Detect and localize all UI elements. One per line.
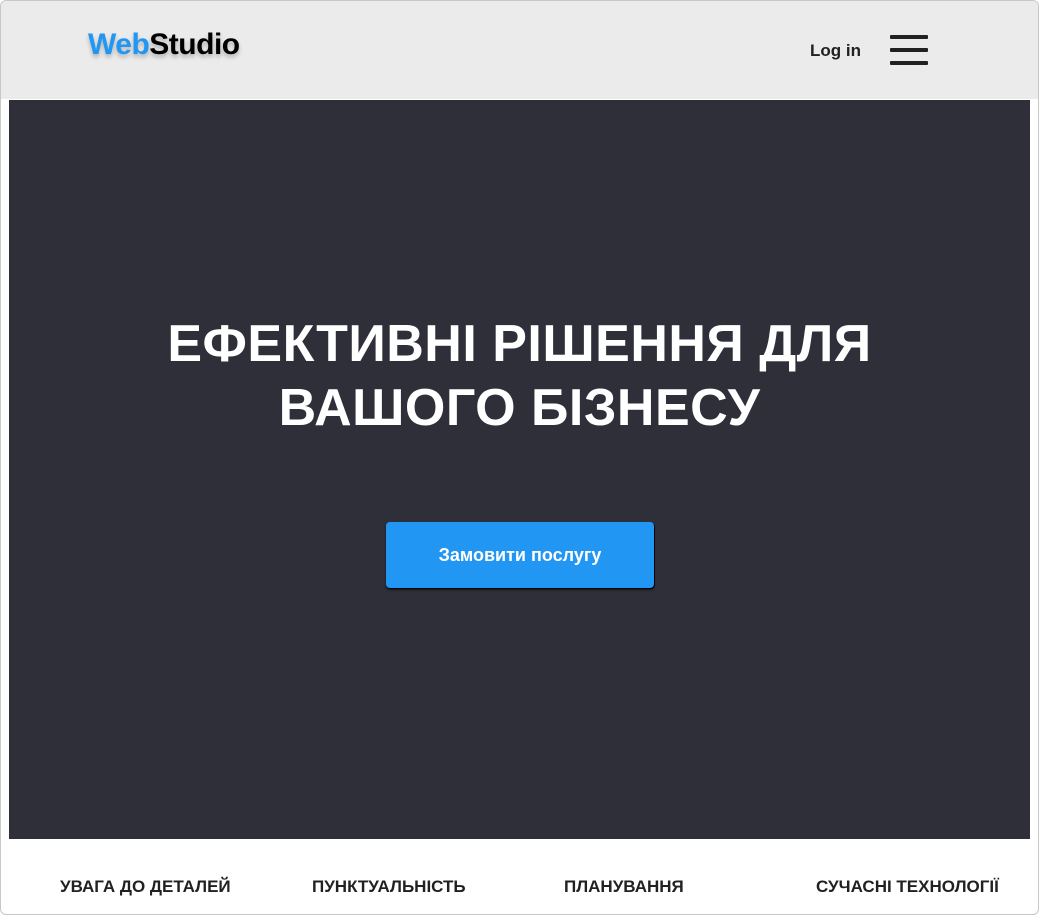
hero-section: ЕФЕКТИВНІ РІШЕННЯ ДЛЯ ВАШОГО БІЗНЕСУ Зам… <box>9 100 1030 839</box>
logo-part-web: Web <box>88 28 150 61</box>
site-logo[interactable]: WebStudio <box>88 27 240 63</box>
features-strip: УВАГА ДО ДЕТАЛЕЙ ПУНКТУАЛЬНІСТЬ ПЛАНУВАН… <box>1 840 1038 914</box>
logo-part-studio: Studio <box>149 28 240 61</box>
site-header: WebStudio Log in <box>1 1 1038 99</box>
order-service-button[interactable]: Замовити послугу <box>386 522 654 588</box>
feature-planning: ПЛАНУВАННЯ <box>564 877 684 896</box>
browser-viewport: WebStudio Log in ЕФЕКТИВНІ РІШЕННЯ ДЛЯ В… <box>0 0 1039 915</box>
hamburger-line <box>890 48 928 52</box>
hero-title-line-1: ЕФЕКТИВНІ РІШЕННЯ ДЛЯ <box>167 315 872 373</box>
feature-modern-technologies: СУЧАСНІ ТЕХНОЛОГІЇ <box>816 877 999 896</box>
hamburger-line <box>890 35 928 39</box>
login-link[interactable]: Log in <box>810 40 861 62</box>
feature-attention-to-detail: УВАГА ДО ДЕТАЛЕЙ <box>60 877 231 896</box>
hero-title-line-2: ВАШОГО БІЗНЕСУ <box>278 379 761 437</box>
hero-title: ЕФЕКТИВНІ РІШЕННЯ ДЛЯ ВАШОГО БІЗНЕСУ <box>9 312 1030 440</box>
hamburger-line <box>890 61 928 65</box>
feature-punctuality: ПУНКТУАЛЬНІСТЬ <box>312 877 466 896</box>
hamburger-menu-icon[interactable] <box>890 34 928 66</box>
